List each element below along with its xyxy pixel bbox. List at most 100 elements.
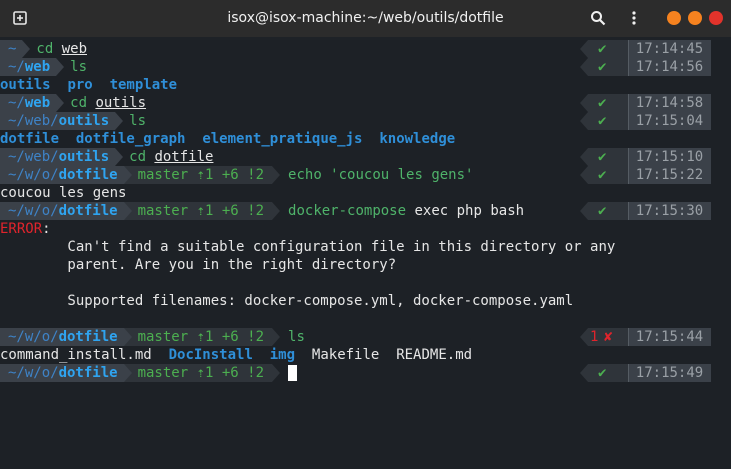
terminal-line: ~/w/o/dotfile master ⇡1 +6 !2 docker-compo… xyxy=(0,202,731,220)
check-icon: ✔ xyxy=(598,95,607,111)
command-arg: web xyxy=(61,41,88,57)
dir-entry: knowledge xyxy=(379,131,456,147)
dir-entry: element_pratique_js xyxy=(202,131,363,147)
timestamp: 17:14:45 xyxy=(628,40,711,58)
command-text: ls xyxy=(288,329,305,345)
prompt-arrow xyxy=(56,94,65,112)
check-icon: ✔ xyxy=(598,113,607,129)
status-separator xyxy=(580,40,588,58)
status-separator xyxy=(580,364,588,382)
status-divider xyxy=(628,58,629,76)
status-separator xyxy=(580,328,588,346)
dir-entry: DocInstall xyxy=(168,347,253,363)
command-text: ls xyxy=(129,113,147,129)
timestamp: 17:15:10 xyxy=(628,148,711,166)
terminal-line: ~/w/o/dotfile master ⇡1 +6 !2 ls 1 ✘ 17:15:44 xyxy=(0,328,731,346)
prompt-arrow xyxy=(115,148,124,166)
status-divider xyxy=(628,166,629,184)
terminal-line: Supported filenames: docker-compose.yml,… xyxy=(0,292,731,310)
right-status: ✔ 17:14:58 xyxy=(580,94,711,112)
right-status: ✔ 17:14:45 xyxy=(580,40,711,58)
path-current: web xyxy=(24,59,51,75)
status-separator xyxy=(580,202,588,220)
git-branch: master ⇡1 +6 !2 xyxy=(137,329,265,345)
status-divider xyxy=(628,94,629,112)
path-parent: ~/w/o/ xyxy=(8,167,59,183)
exit-status: ✔ xyxy=(588,94,628,112)
dir-entry: outils xyxy=(0,77,51,93)
terminal-line: ~ cd web ✔ 17:14:45 xyxy=(0,40,731,58)
git-branch: master ⇡1 +6 !2 xyxy=(137,167,265,183)
path-segment: ~/w/o/dotfile xyxy=(0,202,124,220)
status-divider xyxy=(628,328,629,346)
command-text: cd xyxy=(70,95,96,111)
exit-status: ✔ xyxy=(588,40,628,58)
command-text: cd xyxy=(129,149,155,165)
output-text: Can't find a suitable configuration file… xyxy=(0,239,616,255)
exit-status: 1 ✘ xyxy=(588,328,628,346)
window-title: isox@isox-machine:~/web/outils/dotfile xyxy=(227,10,504,26)
status-divider xyxy=(628,202,629,220)
path-segment: ~/web/outils xyxy=(0,112,116,130)
git-status: master ⇡1 +6 !2 xyxy=(123,364,273,382)
prompt-arrow xyxy=(22,40,31,58)
maximize-button[interactable] xyxy=(688,11,702,25)
path-segment: ~/web xyxy=(0,58,57,76)
status-divider xyxy=(628,364,629,382)
terminal-line: ~/web ls ✔ 17:14:56 xyxy=(0,58,731,76)
prompt-arrow xyxy=(115,112,124,130)
dir-entry: dotfile xyxy=(0,131,60,147)
output-text: Supported filenames: docker-compose.yml,… xyxy=(0,293,574,309)
status-separator xyxy=(580,94,588,112)
path-current: dotfile xyxy=(58,365,118,381)
path-segment: ~/web xyxy=(0,94,57,112)
file-entry: command_install.md xyxy=(0,347,152,363)
close-button[interactable] xyxy=(709,11,723,25)
terminal-line: ~/web cd outils ✔ 17:14:58 xyxy=(0,94,731,112)
terminal-line: dotfile dotfile_graph element_pratique_js k… xyxy=(0,130,731,148)
git-status: master ⇡1 +6 !2 xyxy=(123,328,273,346)
right-status: ✔ 17:14:56 xyxy=(580,58,711,76)
path-parent: ~/w/o/ xyxy=(8,329,59,345)
command-text: docker-compose xyxy=(288,203,407,219)
output-text: parent. Are you in the right directory? xyxy=(0,257,397,273)
path-parent: ~/web/ xyxy=(8,113,59,129)
path-current: outils xyxy=(58,113,110,129)
terminal-line: command_install.md DocInstall img Makefile R… xyxy=(0,346,731,364)
command-arg: dotfile xyxy=(154,149,214,165)
status-separator xyxy=(580,58,588,76)
path-parent: ~ xyxy=(8,41,17,57)
timestamp: 17:15:44 xyxy=(628,328,711,346)
status-divider xyxy=(628,40,629,58)
search-icon[interactable] xyxy=(589,9,607,27)
timestamp: 17:14:56 xyxy=(628,58,711,76)
status-divider xyxy=(628,112,629,130)
terminal-line: ~/w/o/dotfile master ⇡1 +6 !2 ✔ 17:15:49 xyxy=(0,364,731,382)
command-text: echo 'coucou les gens' xyxy=(288,167,474,183)
dir-entry: pro xyxy=(67,77,93,93)
right-status: ✔ 17:15:10 xyxy=(580,148,711,166)
status-separator xyxy=(580,166,588,184)
terminal-line: coucou les gens xyxy=(0,184,731,202)
menu-icon[interactable] xyxy=(625,9,643,27)
terminal-output[interactable]: ~ cd web ✔ 17:14:45 ~/web ls ✔ 17:14:56 outils pr… xyxy=(0,40,731,469)
timestamp: 17:14:58 xyxy=(628,94,711,112)
timestamp: 17:15:30 xyxy=(628,202,711,220)
minimize-button[interactable] xyxy=(667,11,681,25)
command-text: ls xyxy=(70,59,87,75)
dir-entry: template xyxy=(109,77,178,93)
terminal-line: Can't find a suitable configuration file… xyxy=(0,238,731,256)
exit-status: ✔ xyxy=(588,148,628,166)
status-divider xyxy=(628,148,629,166)
terminal-line: ERROR: xyxy=(0,220,731,238)
check-icon: ✔ xyxy=(598,59,607,75)
path-current: dotfile xyxy=(58,167,118,183)
path-current: dotfile xyxy=(58,203,118,219)
path-parent: ~/w/o/ xyxy=(8,203,59,219)
git-arrow xyxy=(272,328,281,346)
command-arg: outils xyxy=(95,95,147,111)
git-branch: master ⇡1 +6 !2 xyxy=(137,365,265,381)
path-current: outils xyxy=(58,149,110,165)
